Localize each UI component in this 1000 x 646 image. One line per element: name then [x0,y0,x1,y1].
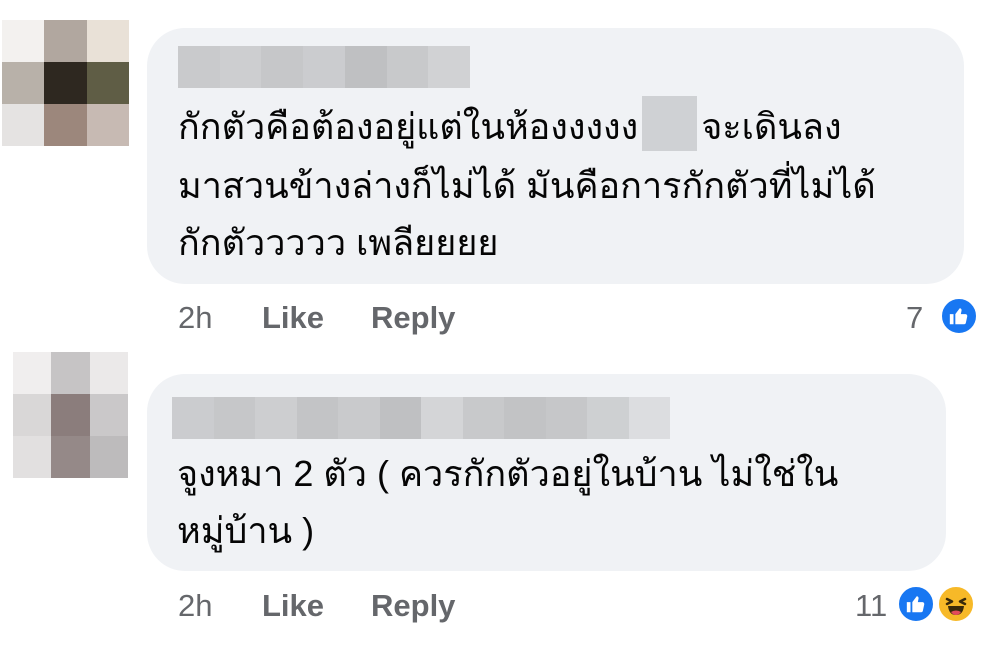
like-icon[interactable] [896,584,936,624]
comment-timestamp[interactable]: 2h [178,300,212,336]
reaction-count[interactable]: 7 [906,300,923,336]
redacted-commenter-name[interactable] [178,46,471,88]
redacted-mention [642,95,698,151]
reply-button[interactable]: Reply [371,300,455,336]
comment-bubble: จูงหมา 2 ตัว ( ควรกักตัวอยู่ในบ้าน ไม่ใช… [147,374,946,571]
haha-icon[interactable] [936,584,976,624]
commenter-avatar[interactable] [2,20,129,146]
like-icon[interactable] [939,296,979,336]
reply-button[interactable]: Reply [371,588,455,624]
comment-text: กักตัวคือต้องอยู่แต่ในห้องงงงง จะเดินลง ม… [178,95,876,271]
commenter-avatar[interactable] [13,352,128,478]
reaction-count[interactable]: 11 [855,588,887,624]
like-button[interactable]: Like [262,300,324,336]
comment-timestamp[interactable]: 2h [178,588,212,624]
comment-bubble: กักตัวคือต้องอยู่แต่ในห้องงงงง จะเดินลง ม… [147,28,964,284]
comment-text: จูงหมา 2 ตัว ( ควรกักตัวอยู่ในบ้าน ไม่ใช… [177,453,839,551]
redacted-commenter-name[interactable] [172,397,670,439]
like-button[interactable]: Like [262,588,324,624]
